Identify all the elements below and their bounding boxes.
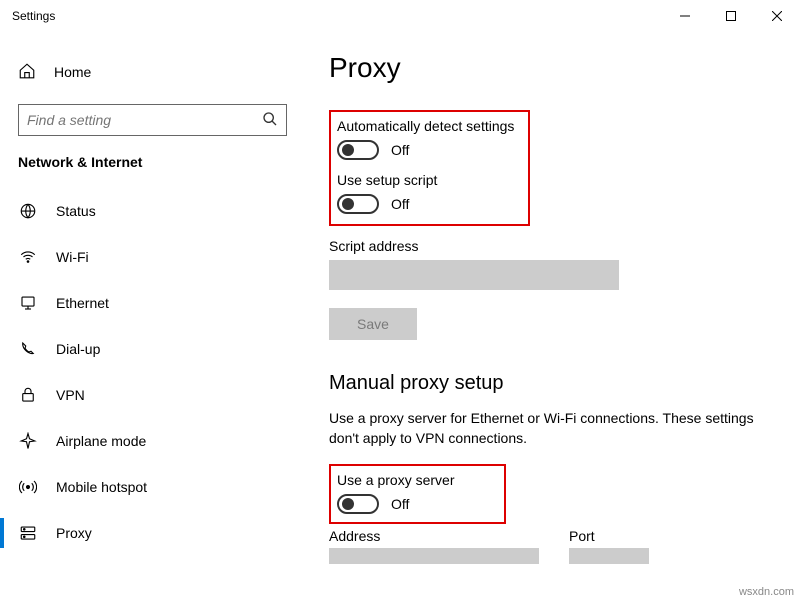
port-input xyxy=(569,548,649,564)
nav-label: Dial-up xyxy=(56,341,100,357)
window-title: Settings xyxy=(12,9,662,23)
nav-list: Status Wi-Fi Ethernet Dial-up xyxy=(0,188,305,556)
nav-label: Proxy xyxy=(56,525,92,541)
sidebar: Home Network & Internet Status xyxy=(0,32,305,602)
setup-script-label: Use setup script xyxy=(337,172,514,188)
nav-label: Status xyxy=(56,203,96,219)
highlight-box-auto: Automatically detect settings Off Use se… xyxy=(329,110,530,226)
sidebar-item-ethernet[interactable]: Ethernet xyxy=(0,280,305,326)
search-input[interactable] xyxy=(27,112,262,128)
wifi-icon xyxy=(18,248,38,266)
script-address-label: Script address xyxy=(329,238,780,254)
category-header: Network & Internet xyxy=(0,148,305,188)
maximize-button[interactable] xyxy=(708,0,754,32)
use-proxy-toggle[interactable] xyxy=(337,494,379,514)
window-controls xyxy=(662,0,800,32)
close-button[interactable] xyxy=(754,0,800,32)
home-nav[interactable]: Home xyxy=(0,52,305,92)
search-icon xyxy=(262,111,278,130)
nav-label: Ethernet xyxy=(56,295,109,311)
auto-detect-state: Off xyxy=(391,142,409,158)
use-proxy-state: Off xyxy=(391,496,409,512)
manual-description: Use a proxy server for Ethernet or Wi-Fi… xyxy=(329,409,780,448)
auto-detect-toggle[interactable] xyxy=(337,140,379,160)
sidebar-item-dialup[interactable]: Dial-up xyxy=(0,326,305,372)
hotspot-icon xyxy=(18,478,38,496)
nav-label: Mobile hotspot xyxy=(56,479,147,495)
sidebar-item-status[interactable]: Status xyxy=(0,188,305,234)
nav-label: Wi-Fi xyxy=(56,249,89,265)
address-label: Address xyxy=(329,528,539,544)
auto-detect-label: Automatically detect settings xyxy=(337,118,514,134)
setup-script-toggle[interactable] xyxy=(337,194,379,214)
content-pane: Proxy Automatically detect settings Off … xyxy=(305,32,800,602)
vpn-icon xyxy=(18,386,38,404)
sidebar-item-wifi[interactable]: Wi-Fi xyxy=(0,234,305,280)
airplane-icon xyxy=(18,432,38,450)
status-icon xyxy=(18,202,38,220)
home-icon xyxy=(18,62,36,83)
nav-label: VPN xyxy=(56,387,85,403)
sidebar-item-airplane[interactable]: Airplane mode xyxy=(0,418,305,464)
setup-script-state: Off xyxy=(391,196,409,212)
page-title: Proxy xyxy=(329,52,780,84)
sidebar-item-vpn[interactable]: VPN xyxy=(0,372,305,418)
search-box[interactable] xyxy=(18,104,287,136)
ethernet-icon xyxy=(18,294,38,312)
script-address-input xyxy=(329,260,619,290)
home-label: Home xyxy=(54,64,91,80)
highlight-box-manual: Use a proxy server Off xyxy=(329,464,506,524)
dialup-icon xyxy=(18,340,38,358)
port-label: Port xyxy=(569,528,649,544)
sidebar-item-proxy[interactable]: Proxy xyxy=(0,510,305,556)
save-button[interactable]: Save xyxy=(329,308,417,340)
use-proxy-label: Use a proxy server xyxy=(337,472,454,488)
proxy-icon xyxy=(18,524,38,542)
titlebar: Settings xyxy=(0,0,800,32)
minimize-button[interactable] xyxy=(662,0,708,32)
manual-section-title: Manual proxy setup xyxy=(329,372,780,395)
sidebar-item-hotspot[interactable]: Mobile hotspot xyxy=(0,464,305,510)
address-input xyxy=(329,548,539,564)
nav-label: Airplane mode xyxy=(56,433,146,449)
watermark: wsxdn.com xyxy=(739,586,794,598)
